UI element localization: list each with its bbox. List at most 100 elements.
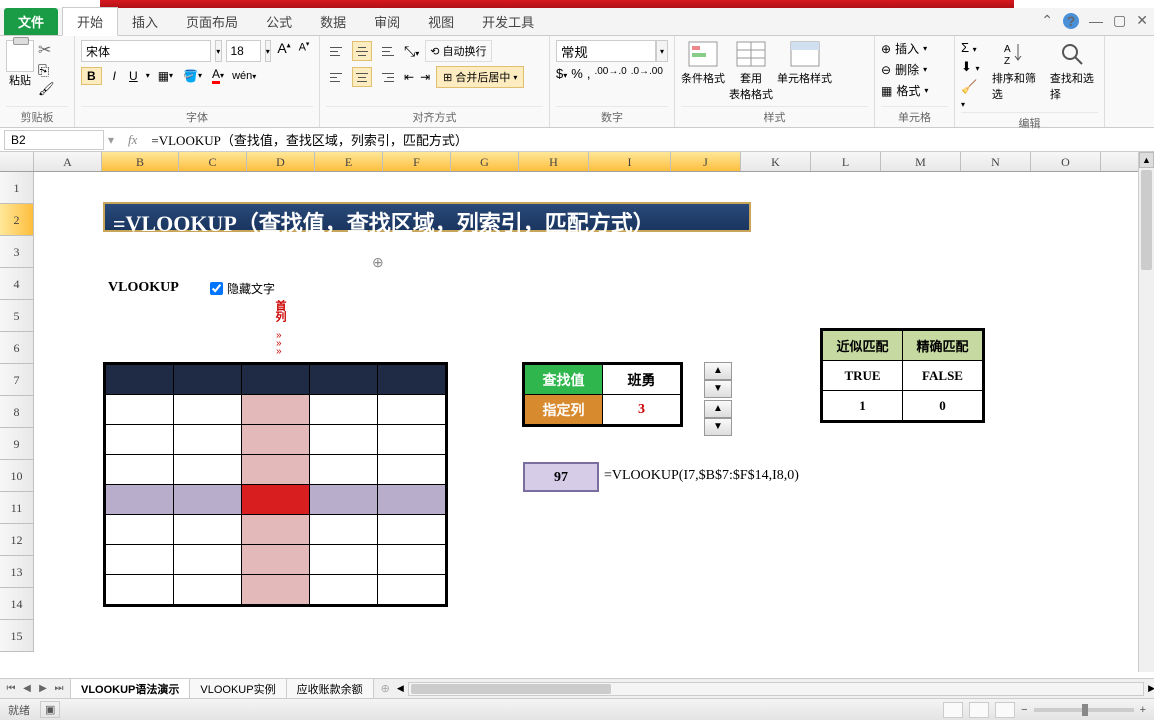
horizontal-scrollbar[interactable]: ◀ ▶	[408, 682, 1144, 696]
row-header-5[interactable]: 5	[0, 300, 34, 332]
decrease-decimal-icon[interactable]: .0→.00	[631, 66, 663, 81]
row-header-3[interactable]: 3	[0, 236, 34, 268]
row-header-4[interactable]: 4	[0, 268, 34, 300]
close-icon[interactable]: ✕	[1136, 12, 1148, 29]
name-box[interactable]	[4, 130, 104, 150]
scroll-left-icon[interactable]: ◀	[397, 683, 404, 694]
decrease-indent-icon[interactable]: ⇤	[404, 70, 414, 84]
page-layout-view-icon[interactable]	[969, 702, 989, 718]
minimize-ribbon-icon[interactable]: ⌃	[1041, 12, 1053, 29]
column-header-D[interactable]: D	[247, 152, 315, 171]
column-index-cell[interactable]: 3	[603, 395, 681, 425]
column-header-L[interactable]: L	[811, 152, 881, 171]
format-as-table-button[interactable]: 套用 表格格式	[729, 40, 773, 104]
comma-icon[interactable]: ,	[587, 66, 591, 81]
row-header-2[interactable]: 2	[0, 204, 34, 236]
tab-page-layout[interactable]: 页面布局	[172, 8, 252, 35]
tab-insert[interactable]: 插入	[118, 8, 172, 35]
row-header-10[interactable]: 10	[0, 460, 34, 492]
increase-indent-icon[interactable]: ⇥	[420, 70, 430, 84]
column-header-E[interactable]: E	[315, 152, 383, 171]
tab-developer[interactable]: 开发工具	[468, 8, 548, 35]
orientation-icon[interactable]: ⤡▾	[404, 43, 419, 60]
column-header-H[interactable]: H	[519, 152, 589, 171]
new-sheet-icon[interactable]: ⊕	[373, 680, 398, 697]
hide-text-checkbox-input[interactable]	[210, 282, 223, 295]
column-header-J[interactable]: J	[671, 152, 741, 171]
column-header-N[interactable]: N	[961, 152, 1031, 171]
spinner-up-icon[interactable]: ▲	[704, 400, 732, 418]
normal-view-icon[interactable]	[943, 702, 963, 718]
align-top-icon[interactable]	[326, 41, 346, 61]
row-header-13[interactable]: 13	[0, 556, 34, 588]
row-header-11[interactable]: 11	[0, 492, 34, 524]
column-index-spinner[interactable]: ▲ ▼	[704, 400, 732, 436]
column-header-K[interactable]: K	[741, 152, 811, 171]
spinner-down-icon[interactable]: ▼	[704, 380, 732, 398]
autosum-icon[interactable]: Σ ▾	[961, 40, 982, 55]
formula-banner-cell[interactable]: =VLOOKUP（查找值，查找区域，列索引，匹配方式）	[103, 202, 751, 232]
number-format-input[interactable]	[556, 40, 656, 62]
zoom-slider[interactable]	[1034, 708, 1134, 712]
search-value-spinner[interactable]: ▲ ▼	[704, 362, 732, 398]
spinner-up-icon[interactable]: ▲	[704, 362, 732, 380]
percent-icon[interactable]: %	[571, 66, 583, 81]
zoom-in-icon[interactable]: +	[1140, 704, 1146, 716]
sheet-nav-prev-icon[interactable]: ◀	[20, 683, 34, 694]
font-name-input[interactable]	[81, 40, 211, 62]
paste-button[interactable]: 粘贴	[6, 40, 34, 97]
fx-icon[interactable]: fx	[128, 132, 137, 148]
align-bottom-icon[interactable]	[378, 41, 398, 61]
row-header-6[interactable]: 6	[0, 332, 34, 364]
vertical-scroll-thumb[interactable]	[1141, 170, 1152, 270]
bold-button[interactable]: B	[81, 67, 102, 85]
select-all-corner[interactable]	[0, 152, 34, 171]
row-header-12[interactable]: 12	[0, 524, 34, 556]
align-right-icon[interactable]	[378, 67, 398, 87]
conditional-format-button[interactable]: 条件格式	[681, 40, 725, 104]
sheet-nav-next-icon[interactable]: ▶	[36, 683, 50, 694]
column-header-O[interactable]: O	[1031, 152, 1101, 171]
horizontal-scroll-thumb[interactable]	[411, 684, 611, 694]
restore-icon[interactable]: ▢	[1113, 12, 1126, 29]
spinner-down-icon[interactable]: ▼	[704, 418, 732, 436]
delete-cells-button[interactable]: ⊖删除 ▾	[881, 61, 948, 78]
cell-styles-button[interactable]: 单元格样式	[777, 40, 832, 104]
format-painter-icon[interactable]: 🖌	[38, 81, 55, 97]
align-left-icon[interactable]	[326, 67, 346, 87]
row-header-9[interactable]: 9	[0, 428, 34, 460]
sheet-tab-3[interactable]: 应收账款余额	[286, 678, 374, 699]
zoom-out-icon[interactable]: −	[1021, 704, 1027, 716]
vertical-scrollbar[interactable]: ▲	[1138, 152, 1154, 672]
file-tab[interactable]: 文件	[4, 8, 58, 35]
increase-decimal-icon[interactable]: .00→.0	[594, 66, 626, 81]
zoom-slider-thumb[interactable]	[1082, 704, 1088, 716]
fill-color-button[interactable]: 🪣▾	[181, 68, 204, 84]
column-header-M[interactable]: M	[881, 152, 961, 171]
phonetic-button[interactable]: wén▾	[232, 70, 256, 82]
font-size-input[interactable]	[226, 40, 261, 62]
hide-text-checkbox[interactable]: 隐藏文字	[210, 280, 275, 297]
scroll-up-icon[interactable]: ▲	[1139, 152, 1154, 168]
search-value-cell[interactable]: 班勇	[603, 365, 681, 395]
border-button[interactable]: ▦▾	[156, 68, 175, 84]
number-format-dropdown-icon[interactable]: ▾	[656, 40, 668, 62]
column-header-I[interactable]: I	[589, 152, 671, 171]
underline-button[interactable]: U	[127, 68, 140, 84]
find-select-button[interactable]: 查找和选择	[1050, 40, 1098, 110]
scroll-right-icon[interactable]: ▶	[1148, 683, 1154, 694]
row-header-8[interactable]: 8	[0, 396, 34, 428]
tab-home[interactable]: 开始	[62, 7, 118, 36]
sort-filter-button[interactable]: AZ 排序和筛选	[992, 40, 1040, 110]
copy-icon[interactable]: ⎘	[38, 62, 55, 79]
fill-icon[interactable]: ⬇ ▾	[961, 59, 982, 75]
page-break-view-icon[interactable]	[995, 702, 1015, 718]
italic-button[interactable]: I	[108, 68, 121, 84]
column-header-A[interactable]: A	[34, 152, 102, 171]
row-header-15[interactable]: 15	[0, 620, 34, 652]
cut-icon[interactable]: ✂	[38, 40, 55, 60]
row-header-14[interactable]: 14	[0, 588, 34, 620]
column-header-G[interactable]: G	[451, 152, 519, 171]
increase-font-icon[interactable]: A▴	[275, 40, 293, 62]
minimize-icon[interactable]: —	[1089, 13, 1103, 29]
